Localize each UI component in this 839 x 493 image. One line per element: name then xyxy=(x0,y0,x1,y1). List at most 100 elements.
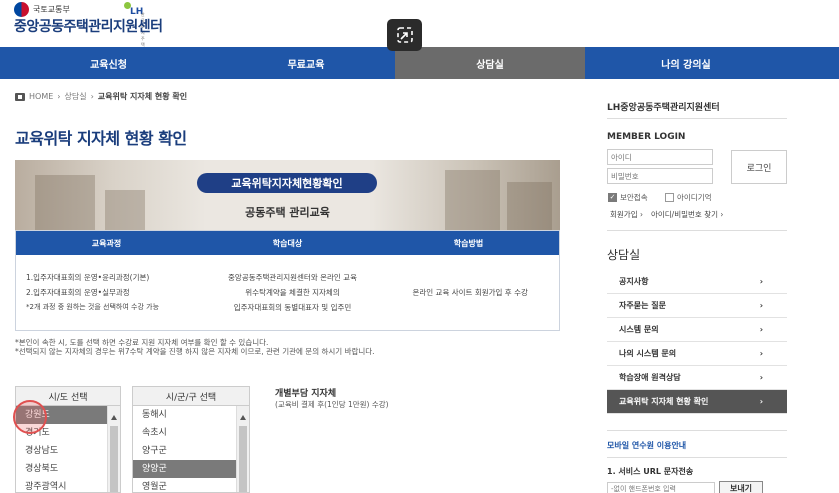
table-header-course: 교육과정 xyxy=(91,238,122,248)
home-icon xyxy=(15,92,25,101)
scroll-thumb[interactable] xyxy=(110,426,118,492)
notes: *본인이 속한 시, 도를 선택 하면 수강료 지원 지자체 여부를 확인 할 … xyxy=(15,338,375,356)
sidebar-item-faq[interactable]: 자주묻는 질문 › xyxy=(607,294,787,318)
target-line: 입주자대표회의 동별대표자 및 입주민 xyxy=(233,303,352,312)
sidebar-item-my-system-inquiry[interactable]: 나의 시스템 문의 › xyxy=(607,342,787,366)
divider xyxy=(607,230,787,231)
page-title: 교육위탁 지자체 현황 확인 xyxy=(15,129,187,148)
method-cell: 온라인 교육 사이트 회원가입 후 수강 xyxy=(381,255,559,330)
click-indicator xyxy=(13,400,47,434)
scroll-thumb[interactable] xyxy=(239,426,247,492)
sidebar-item-remote-support[interactable]: 학습장애 원격상담 › xyxy=(607,366,787,390)
phone-number-input[interactable] xyxy=(607,482,715,493)
mobile-guide-link[interactable]: 모바일 연수원 이용안내 xyxy=(607,440,686,451)
site-logo[interactable]: 국토교통부 LH 한국토지주택공사 중앙공동주택관리지원센터 xyxy=(14,2,163,59)
sidebar-section-title: 상담실 xyxy=(607,248,641,262)
divider xyxy=(607,457,787,458)
city-select[interactable]: 시/군/구 선택 동해시 속초시 양구군 양양군 영월군 xyxy=(132,386,250,493)
exit-fullscreen-icon xyxy=(396,27,413,43)
sidebar-item-label: 나의 시스템 문의 xyxy=(619,349,677,358)
city-list: 동해시 속초시 양구군 양양군 영월군 xyxy=(133,406,249,492)
table-header-target: 학습대상 xyxy=(272,238,303,248)
province-option[interactable]: 경상북도 xyxy=(16,460,120,478)
banner-title: 교육위탁지자체현황확인 xyxy=(197,173,377,193)
divider xyxy=(607,430,787,431)
chevron-right-icon: › xyxy=(759,349,763,358)
course-note: *2개 과정 중 원하는 것을 선택하여 수강 가능 xyxy=(26,303,160,311)
province-option[interactable]: 광주광역시 xyxy=(16,478,120,492)
city-option[interactable]: 영월군 xyxy=(133,478,249,492)
secure-login-checkbox[interactable]: ✓ 보안접속 xyxy=(608,192,648,203)
login-title: MEMBER LOGIN xyxy=(607,132,686,142)
chevron-right-icon: › xyxy=(759,301,763,310)
secure-login-label: 보안접속 xyxy=(620,193,648,202)
course-line: 1.입주자대표회의 운영•윤리과정(기본) xyxy=(26,273,150,282)
sidebar-org-name: LH중앙공동주택관리지원센터 xyxy=(607,103,720,113)
banner-image: 교육위탁지자체현황확인 공동주택 관리교육 xyxy=(15,160,560,230)
ministry-label: 국토교통부 xyxy=(33,5,70,14)
breadcrumb-current: 교육위탁 지자체 현황 확인 xyxy=(97,92,188,101)
target-line: 중앙공동주택관리지원센터와 온라인 교육 xyxy=(228,273,357,282)
burden-subtitle: (교육비 결제 후(1인당 1만원) 수강) xyxy=(275,400,389,409)
remember-id-checkbox[interactable]: 아이디기억 xyxy=(665,192,712,203)
chevron-right-icon: › xyxy=(759,397,763,406)
sidebar-item-label: 자주묻는 질문 xyxy=(619,301,666,310)
center-name: 중앙공동주택관리지원센터 xyxy=(14,19,163,35)
table-header-row: 교육과정 학습대상 학습방법 xyxy=(16,231,559,255)
join-link[interactable]: 회원가입 › xyxy=(610,209,643,220)
exit-fullscreen-button[interactable] xyxy=(387,19,422,51)
remember-id-label: 아이디기억 xyxy=(677,193,712,202)
target-line: 위수탁계약을 체결한 지자체의 xyxy=(245,288,340,297)
breadcrumb-separator: › xyxy=(90,92,94,101)
password-input[interactable] xyxy=(607,168,713,184)
checkbox-checked-icon[interactable]: ✓ xyxy=(608,193,617,202)
send-sms-button[interactable]: 보내기 xyxy=(719,481,763,493)
city-select-header: 시/군/구 선택 xyxy=(133,387,249,406)
sidebar-item-label: 공지사항 xyxy=(619,277,649,286)
chevron-right-icon: › xyxy=(759,325,763,334)
method-text: 온라인 교육 사이트 회원가입 후 수강 xyxy=(412,288,528,297)
login-links: 회원가입 › 아이디/비밀번호 찾기 › xyxy=(610,209,723,220)
banner-subtitle: 공동주택 관리교육 xyxy=(245,206,330,219)
username-input[interactable] xyxy=(607,149,713,165)
city-option[interactable]: 양구군 xyxy=(133,442,249,460)
note-line: *선택되지 않는 지자체의 경우는 위7수탁 계약을 진행 하지 않은 지자체 … xyxy=(15,347,375,356)
city-option[interactable]: 양양군 xyxy=(133,460,249,478)
city-option[interactable]: 속초시 xyxy=(133,424,249,442)
province-option[interactable]: 경상남도 xyxy=(16,442,120,460)
course-cell: 1.입주자대표회의 운영•윤리과정(기본) 2.입주자대표회의 운영•실무과정 … xyxy=(16,255,204,330)
nav-item-education-apply[interactable]: 교육신청 xyxy=(0,47,217,79)
sidebar-item-label: 시스템 문의 xyxy=(619,325,659,334)
scroll-up-icon[interactable] xyxy=(240,415,246,420)
sidebar-menu: 공지사항 › 자주묻는 질문 › 시스템 문의 › 나의 시스템 문의 › 학습… xyxy=(607,270,787,414)
sidebar-item-notice[interactable]: 공지사항 › xyxy=(607,270,787,294)
breadcrumb-home[interactable]: HOME xyxy=(29,92,53,101)
divider xyxy=(607,118,787,119)
service-url-title: 1. 서비스 URL 문자전송 xyxy=(607,467,694,476)
sidebar-item-label: 학습장애 원격상담 xyxy=(619,373,681,382)
city-option[interactable]: 동해시 xyxy=(133,406,249,424)
nav-item-my-classroom[interactable]: 나의 강의실 xyxy=(585,47,787,79)
education-info-table: 교육과정 학습대상 학습방법 1.입주자대표회의 운영•윤리과정(기본) 2.입… xyxy=(15,230,560,331)
scroll-up-icon[interactable] xyxy=(111,415,117,420)
target-cell: 중앙공동주택관리지원센터와 온라인 교육 위수탁계약을 체결한 지자체의 입주자… xyxy=(204,255,382,330)
note-line: *본인이 속한 시, 도를 선택 하면 수강료 지원 지자체 여부를 확인 할 … xyxy=(15,338,269,347)
sidebar-item-local-gov-status[interactable]: 교육위탁 지자체 현황 확인 › xyxy=(607,390,787,414)
city-scrollbar[interactable] xyxy=(236,406,249,492)
breadcrumb-parent[interactable]: 상담실 xyxy=(64,91,86,102)
breadcrumb-separator: › xyxy=(57,92,61,101)
table-row: 1.입주자대표회의 운영•윤리과정(기본) 2.입주자대표회의 운영•실무과정 … xyxy=(16,255,559,330)
find-account-link[interactable]: 아이디/비밀번호 찾기 › xyxy=(651,209,723,220)
nav-item-free-education[interactable]: 무료교육 xyxy=(217,47,395,79)
table-header-method: 학습방법 xyxy=(453,238,484,248)
burden-title: 개별부담 지자체 xyxy=(275,389,337,399)
breadcrumb: HOME › 상담실 › 교육위탁 지자체 현황 확인 xyxy=(15,91,187,102)
chevron-right-icon: › xyxy=(759,277,763,286)
checkbox-icon[interactable] xyxy=(665,193,674,202)
login-button[interactable]: 로그인 xyxy=(731,150,787,184)
sidebar-item-system-inquiry[interactable]: 시스템 문의 › xyxy=(607,318,787,342)
province-scrollbar[interactable] xyxy=(107,406,120,492)
course-line: 2.입주자대표회의 운영•실무과정 xyxy=(26,288,130,297)
nav-item-consultation[interactable]: 상담실 xyxy=(395,47,585,79)
lh-logo: LH 한국토지주택공사 xyxy=(118,2,145,59)
